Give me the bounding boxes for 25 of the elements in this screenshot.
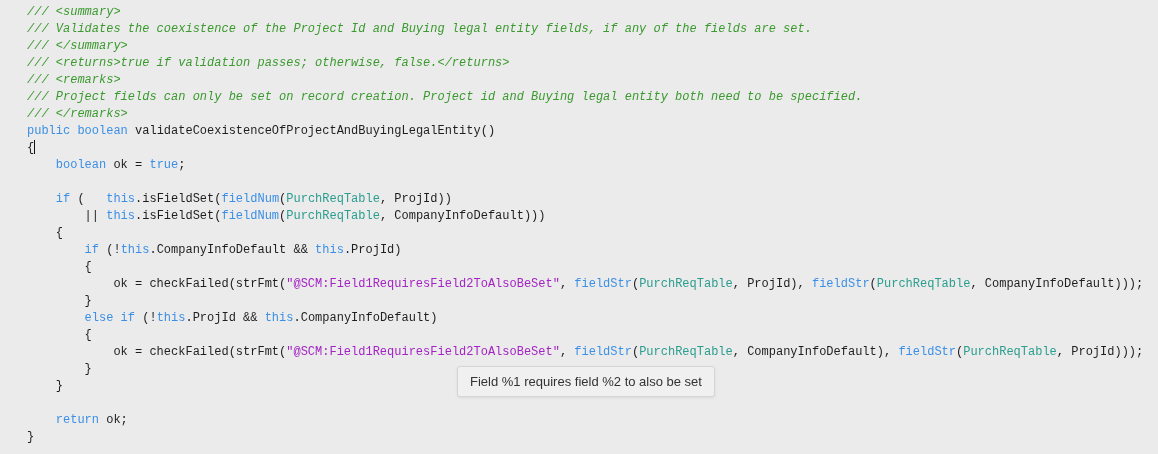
code-line: || this.isFieldSet(fieldNum(PurchReqTable, CompanyInfoDefault))) — [83, 208, 546, 225]
code-line: else if (!this.ProjId && this.CompanyInfoDefault) — [83, 310, 438, 327]
tooltip: Field %1 requires field %2 to also be set — [457, 366, 715, 397]
code-line: ok = checkFailed(strFmt("@SCM:Field1RequiresField2ToAlsoBeSet", fieldStr(PurchReqTable, ProjId), fieldStr(PurchReqTable, CompanyInfoDefault))); — [112, 276, 1144, 293]
code-line: /// </summary> — [27, 38, 128, 55]
code-line: if (!this.CompanyInfoDefault && this.ProjId) — [83, 242, 402, 259]
code-line: boolean ok = true; — [54, 157, 186, 174]
code-line: /// <returns>true if validation passes; otherwise, false.</returns> — [27, 55, 510, 72]
code-line: } — [83, 293, 92, 310]
code-line: /// </remarks> — [27, 106, 128, 123]
code-line: /// <remarks> — [27, 72, 121, 89]
code-line: { — [27, 140, 36, 157]
code-line: /// Project fields can only be set on record creation. Project id and Buying legal entity both need to be specified. — [27, 89, 863, 106]
code-line: /// <summary> — [27, 4, 121, 21]
code-line: public boolean validateCoexistenceOfProjectAndBuyingLegalEntity() — [27, 123, 496, 140]
code-line: return ok; — [54, 412, 128, 429]
code-line: /// Validates the coexistence of the Project Id and Buying legal entity fields, if any of the fields are set. — [27, 21, 812, 38]
code-line: } — [54, 378, 63, 395]
code-line: ok = checkFailed(strFmt("@SCM:Field1RequiresField2ToAlsoBeSet", fieldStr(PurchReqTable, CompanyInfoDefault), fieldStr(PurchReqTable, ProjId))); — [112, 344, 1144, 361]
code-line: { — [83, 327, 92, 344]
code-line: } — [83, 361, 92, 378]
code-line: { — [54, 225, 63, 242]
code-line: } — [27, 429, 35, 446]
code-line: { — [83, 259, 92, 276]
code-line: if ( this.isFieldSet(fieldNum(PurchReqTable, ProjId)) — [54, 191, 452, 208]
